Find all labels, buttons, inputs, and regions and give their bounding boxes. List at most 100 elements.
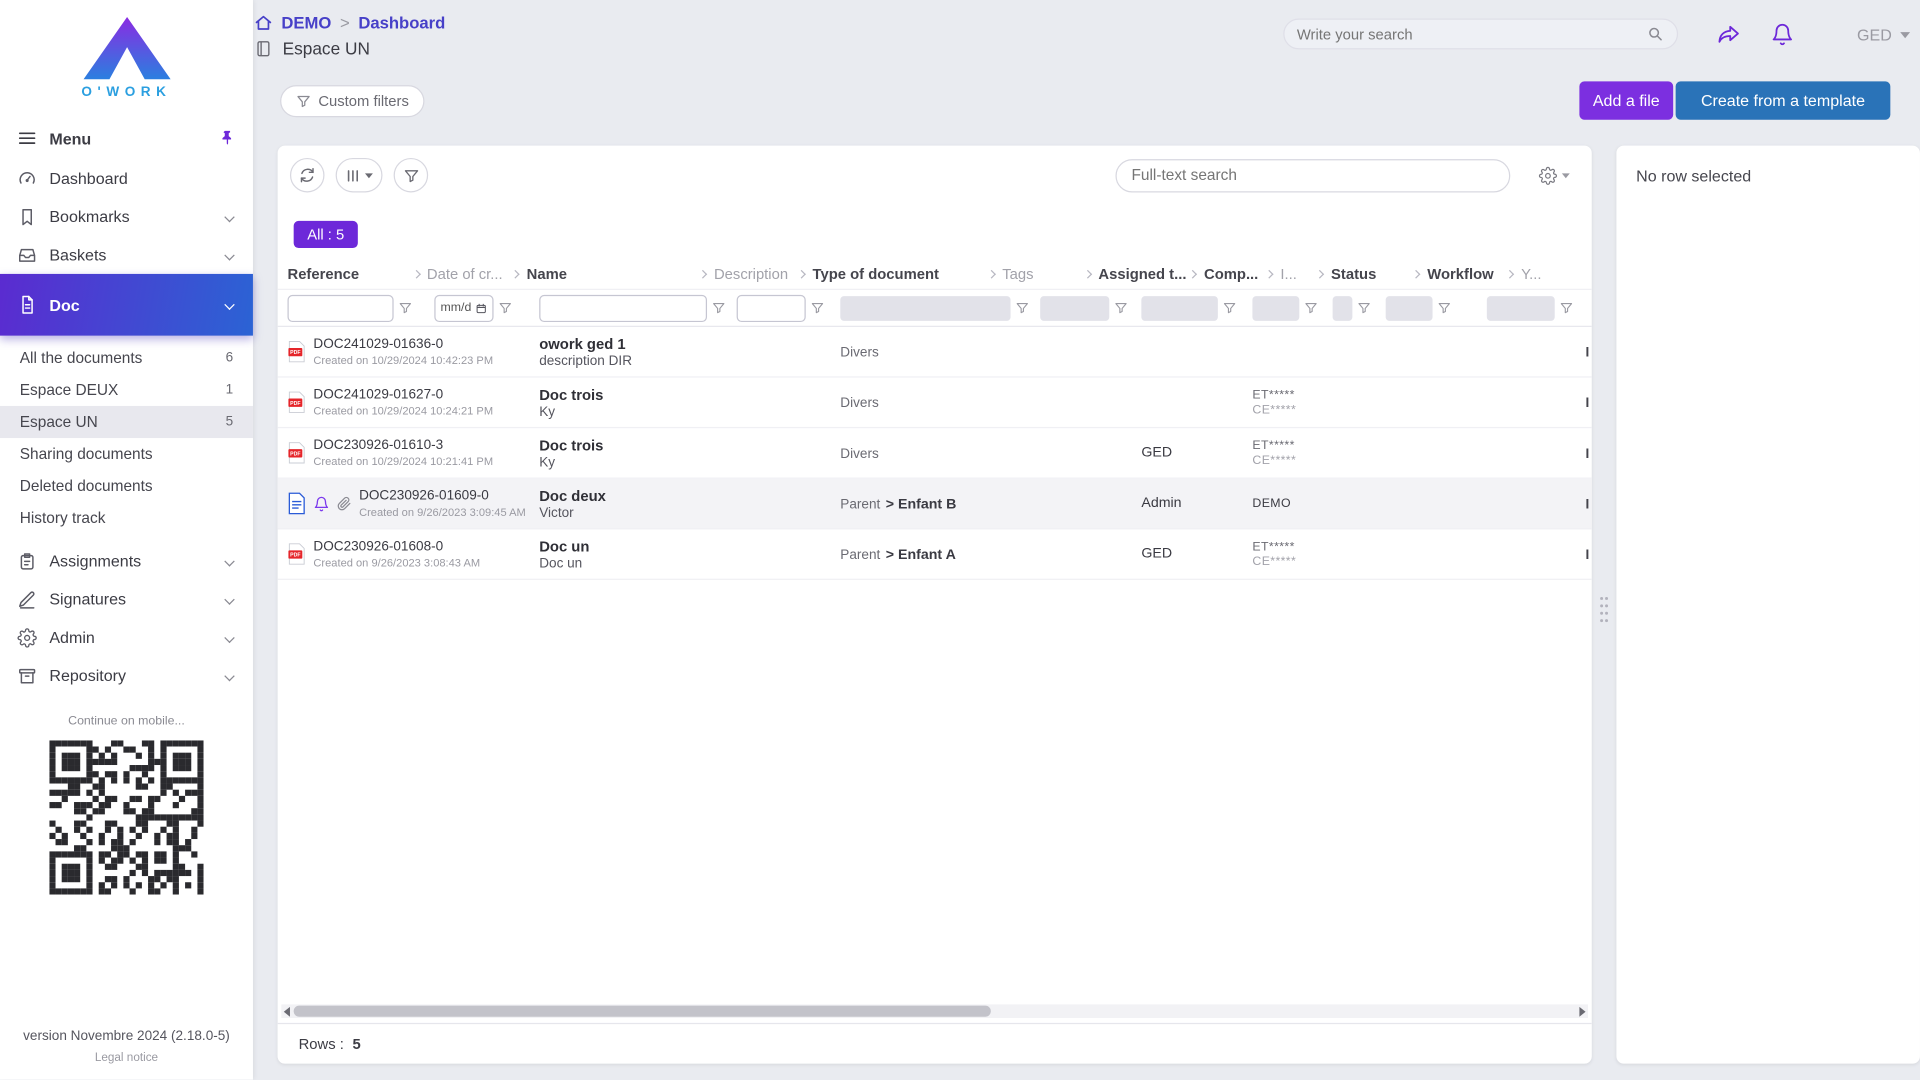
filter-assigned-select[interactable] [1141, 296, 1218, 321]
column-header-date[interactable]: Date of cr... [427, 265, 527, 282]
grid-filter-button[interactable] [394, 158, 429, 193]
create-from-template-button[interactable]: Create from a template [1676, 81, 1891, 119]
home-icon[interactable] [254, 14, 273, 33]
document-icon [17, 295, 37, 315]
column-header-company[interactable]: Comp... [1204, 265, 1280, 282]
refresh-button[interactable] [290, 158, 325, 193]
sidebar: O'WORK Menu Dashboard Bookmarks Baskets … [0, 0, 253, 1080]
logo-mountain-icon [75, 12, 179, 84]
filter-name-input[interactable] [539, 294, 707, 321]
funnel-icon[interactable] [498, 301, 512, 315]
sidebar-item-repository[interactable]: Repository [0, 656, 253, 694]
sidebar-item-espace-deux[interactable]: Espace DEUX 1 [0, 374, 253, 406]
funnel-icon[interactable] [811, 301, 825, 315]
filter-date-input[interactable]: mm/d [434, 294, 493, 321]
funnel-icon[interactable] [1114, 301, 1128, 315]
chevron-down-icon [224, 670, 234, 680]
bookmark-icon [17, 207, 37, 227]
doc-submenu: All the documents 6 Espace DEUX 1 Espace… [0, 336, 253, 542]
submenu-label: Sharing documents [20, 445, 153, 462]
column-header-y[interactable]: Y... [1521, 265, 1592, 282]
filter-workflow-select[interactable] [1487, 296, 1555, 321]
filter-company-select[interactable] [1252, 296, 1299, 321]
sidebar-item-all-documents[interactable]: All the documents 6 [0, 342, 253, 374]
column-header-workflow[interactable]: Workflow [1427, 265, 1521, 282]
count-badge: 5 [226, 415, 234, 430]
fulltext-search-input[interactable] [1131, 167, 1494, 184]
funnel-icon[interactable] [1015, 301, 1029, 315]
breadcrumb: DEMO > Dashboard [254, 14, 445, 33]
table-row[interactable]: PDF DOC230926-01610-3Created on 10/29/20… [278, 428, 1592, 479]
funnel-icon[interactable] [1304, 301, 1318, 315]
funnel-icon[interactable] [1560, 301, 1574, 315]
count-badge: 6 [226, 350, 234, 365]
custom-filters-button[interactable]: Custom filters [280, 85, 425, 117]
funnel-icon[interactable] [399, 301, 413, 315]
horizontal-scrollbar[interactable] [281, 1004, 1588, 1018]
table-row[interactable]: PDF DOC241029-01627-0Created on 10/29/20… [278, 378, 1592, 429]
submenu-label: Espace UN [20, 413, 98, 430]
sort-chevron-icon [797, 270, 805, 278]
pin-sidebar-button[interactable] [218, 130, 235, 147]
sidebar-menu-toggle[interactable]: Menu [0, 117, 253, 159]
funnel-icon[interactable] [1437, 301, 1451, 315]
sidebar-item-history-track[interactable]: History track [0, 502, 253, 534]
calendar-icon [475, 302, 487, 314]
sidebar-item-sharing-documents[interactable]: Sharing documents [0, 438, 253, 470]
book-icon [254, 39, 273, 58]
scroll-right-arrow-icon[interactable] [1579, 1006, 1585, 1016]
tab-all-documents[interactable]: All : 5 [294, 221, 358, 248]
column-header-reference[interactable]: Reference [287, 265, 426, 282]
scroll-left-arrow-icon[interactable] [284, 1006, 290, 1016]
sort-chevron-icon [1506, 270, 1514, 278]
sidebar-item-bookmarks[interactable]: Bookmarks [0, 197, 253, 235]
svg-text:PDF: PDF [290, 350, 300, 356]
column-header-description[interactable]: Description [714, 265, 813, 282]
sidebar-item-admin[interactable]: Admin [0, 618, 253, 656]
funnel-icon[interactable] [1357, 301, 1371, 315]
global-search-input[interactable] [1297, 25, 1646, 42]
pin-icon [218, 130, 235, 147]
sidebar-item-deleted-documents[interactable]: Deleted documents [0, 470, 253, 502]
notifications-button[interactable] [1771, 22, 1794, 53]
column-picker-button[interactable] [336, 158, 383, 193]
column-header-assigned[interactable]: Assigned t... [1098, 265, 1204, 282]
pdf-file-icon: PDF [287, 341, 306, 363]
filter-type-select[interactable] [840, 296, 1010, 321]
sidebar-item-dashboard[interactable]: Dashboard [0, 159, 253, 197]
share-button[interactable] [1715, 22, 1742, 53]
filter-tags-select[interactable] [1040, 296, 1109, 321]
sidebar-item-signatures[interactable]: Signatures [0, 580, 253, 618]
filter-description-input[interactable] [737, 294, 806, 321]
legal-notice-link[interactable]: Legal notice [0, 1051, 253, 1079]
column-header-name[interactable]: Name [527, 265, 714, 282]
breadcrumb-current[interactable]: Dashboard [358, 14, 445, 33]
table-row[interactable]: PDF DOC230926-01608-0Created on 9/26/202… [278, 529, 1592, 580]
filter-i-select[interactable] [1333, 296, 1353, 321]
funnel-icon[interactable] [712, 301, 726, 315]
app-logo: O'WORK [0, 0, 253, 105]
submenu-label: History track [20, 510, 106, 527]
column-header-i[interactable]: I... [1280, 265, 1331, 282]
sidebar-item-baskets[interactable]: Baskets [0, 236, 253, 274]
scrollbar-thumb[interactable] [294, 1006, 991, 1017]
breadcrumb-root[interactable]: DEMO [281, 14, 331, 33]
sidebar-item-doc[interactable]: Doc [0, 274, 253, 336]
sidebar-item-espace-un[interactable]: Espace UN 5 [0, 406, 253, 438]
table-row[interactable]: PDF DOC241029-01636-0Created on 10/29/20… [278, 327, 1592, 378]
funnel-icon [296, 94, 311, 109]
search-icon[interactable] [1646, 25, 1665, 44]
panel-resize-handle[interactable] [1598, 594, 1610, 629]
column-header-status[interactable]: Status [1331, 265, 1427, 282]
filter-status-select[interactable] [1386, 296, 1433, 321]
grid-settings-button[interactable] [1539, 166, 1571, 185]
table-row[interactable]: DOC230926-01609-0Created on 9/26/2023 3:… [278, 479, 1592, 530]
user-menu[interactable]: GED [1857, 26, 1910, 45]
add-file-button[interactable]: Add a file [1579, 81, 1673, 119]
funnel-icon[interactable] [1223, 301, 1237, 315]
column-header-tags[interactable]: Tags [1002, 265, 1098, 282]
filter-reference-input[interactable] [287, 294, 393, 321]
column-header-type[interactable]: Type of document [813, 265, 1003, 282]
chevron-down-icon [224, 632, 234, 642]
sidebar-item-assignments[interactable]: Assignments [0, 542, 253, 580]
